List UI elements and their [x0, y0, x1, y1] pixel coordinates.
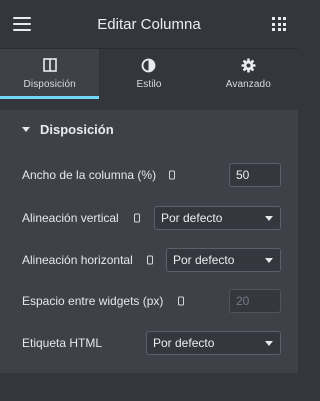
section-title: Disposición	[40, 121, 114, 137]
tab-label: Avanzado	[225, 79, 271, 90]
tab-bar: Disposición Estilo Avanzado	[0, 49, 298, 99]
desktop-device-icon[interactable]	[134, 213, 140, 223]
vertical-align-label: Alineación vertical	[22, 211, 119, 225]
caret-down-icon	[22, 126, 30, 132]
column-width-input[interactable]: 50	[229, 163, 281, 187]
columns-icon	[42, 57, 57, 73]
chevron-down-icon	[265, 216, 273, 221]
widget-spacing-input[interactable]: 20	[229, 289, 281, 313]
section-toggle-disposicion[interactable]: Disposición	[0, 110, 298, 148]
panel-title: Editar Columna	[97, 15, 201, 33]
tab-label: Estilo	[136, 79, 162, 90]
tab-estilo[interactable]: Estilo	[99, 49, 198, 99]
column-width-label: Ancho de la columna (%)	[22, 168, 157, 182]
horizontal-align-select[interactable]: Por defecto	[166, 248, 281, 272]
vertical-align-row: Alineación vertical Por defecto	[0, 203, 298, 233]
horizontal-align-value: Por defecto	[173, 253, 235, 267]
panel-header: Editar Columna	[0, 0, 298, 49]
desktop-device-icon[interactable]	[147, 255, 153, 265]
horizontal-align-label: Alineación horizontal	[22, 253, 133, 267]
tab-disposicion[interactable]: Disposición	[0, 49, 100, 99]
panel-footer	[0, 373, 298, 401]
horizontal-align-row: Alineación horizontal Por defecto	[0, 245, 298, 275]
chevron-down-icon	[265, 341, 273, 346]
grid-icon[interactable]	[272, 17, 286, 31]
hamburger-icon[interactable]	[13, 17, 31, 32]
html-tag-value: Por defecto	[153, 336, 215, 350]
chevron-down-icon	[265, 258, 273, 263]
html-tag-select[interactable]: Por defecto	[146, 331, 281, 355]
layout-controls-panel: Ancho de la columna (%) 50 Alineación ve…	[0, 148, 298, 373]
html-tag-row: Etiqueta HTML Por defecto	[0, 328, 298, 358]
tab-label: Disposición	[23, 79, 76, 90]
widget-spacing-row: Espacio entre widgets (px) 20	[0, 286, 298, 316]
widget-spacing-label: Espacio entre widgets (px)	[22, 294, 164, 308]
desktop-device-icon[interactable]	[178, 296, 184, 306]
gear-icon	[241, 57, 256, 73]
half-circle-icon	[141, 57, 156, 73]
vertical-align-value: Por defecto	[161, 211, 223, 225]
tab-avanzado[interactable]: Avanzado	[199, 49, 298, 99]
html-tag-label: Etiqueta HTML	[22, 336, 103, 350]
desktop-device-icon[interactable]	[169, 170, 175, 180]
vertical-align-select[interactable]: Por defecto	[154, 206, 281, 230]
column-width-row: Ancho de la columna (%) 50	[0, 160, 298, 190]
